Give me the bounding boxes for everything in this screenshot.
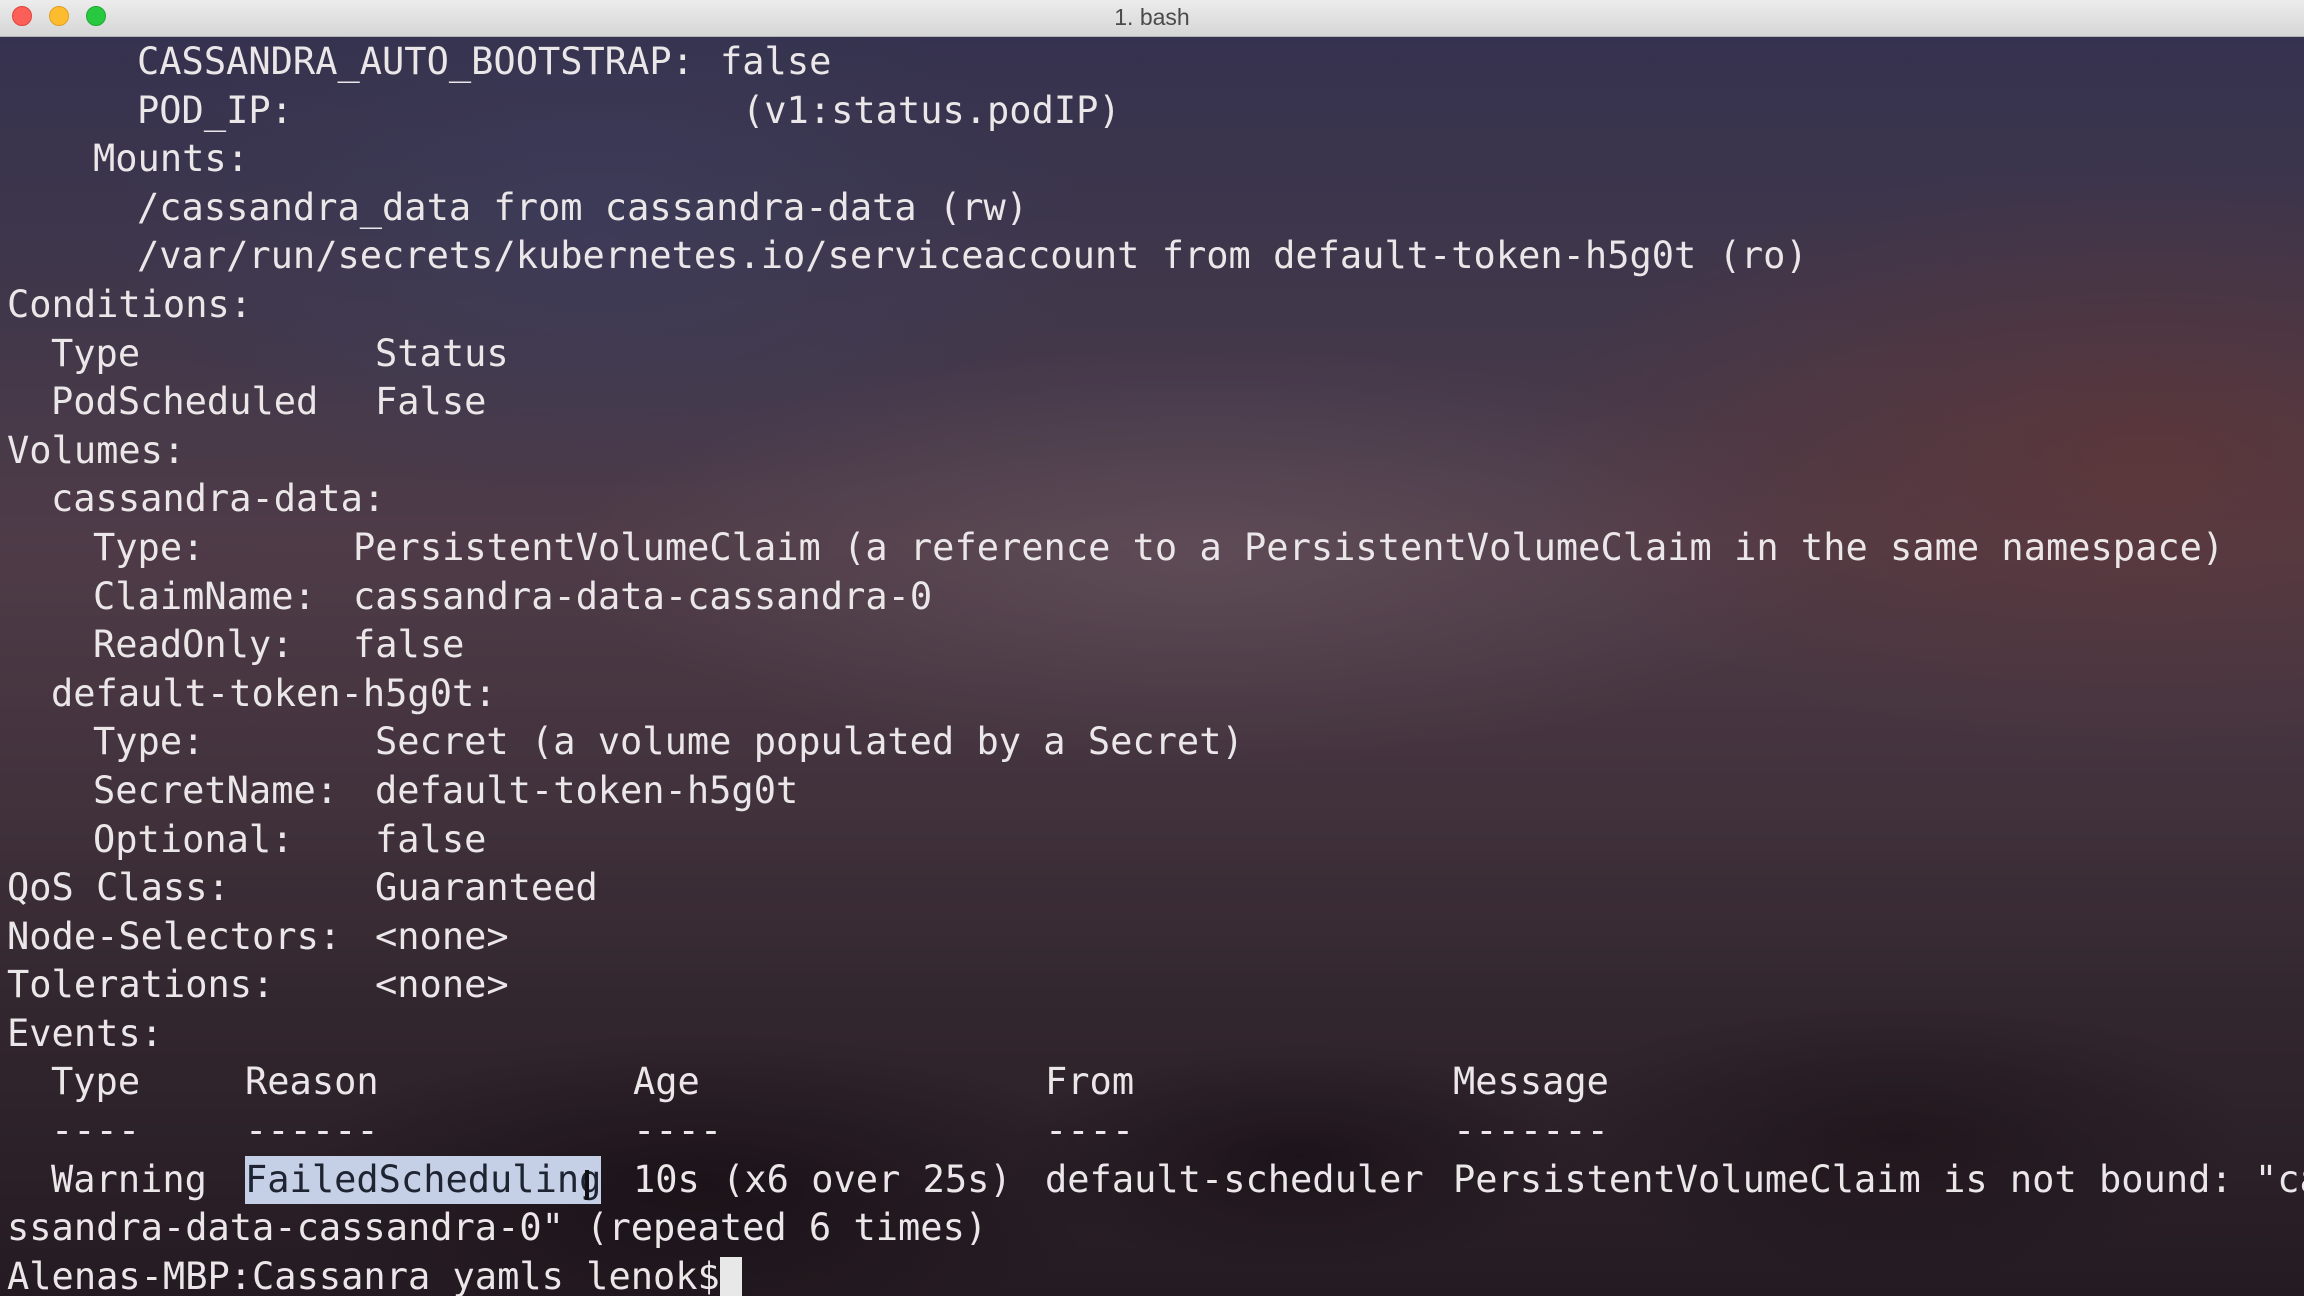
terminal-line: Optional: false: [0, 816, 2304, 865]
condition-status: False: [375, 380, 487, 424]
terminal-line: POD_IP: (v1:status.podIP): [0, 87, 2304, 136]
field-key: Optional:: [93, 817, 294, 861]
terminal-window: 1. bash CASSANDRA_AUTO_BOOTSTRAP: false …: [0, 0, 2304, 1296]
env-key: POD_IP:: [137, 88, 293, 132]
field-key: Node-Selectors:: [7, 914, 342, 958]
field-value: false: [375, 817, 487, 861]
event-message-continued: ssandra-data-cassandra-0" (repeated 6 ti…: [7, 1206, 988, 1250]
mouse-ibeam-pointer: [585, 1170, 589, 1200]
event-age: 10s (x6 over 25s): [633, 1157, 1012, 1201]
field-value: Guaranteed: [375, 866, 598, 910]
terminal-line: CASSANDRA_AUTO_BOOTSTRAP: false: [0, 38, 2304, 87]
column-header: Message: [1453, 1060, 1609, 1104]
terminal-line: Type: PersistentVolumeClaim (a reference…: [0, 524, 2304, 573]
column-header: Type: [51, 331, 141, 375]
event-row: Warning FailedScheduling 10s (x6 over 25…: [0, 1155, 2304, 1205]
field-value: <none>: [375, 914, 509, 958]
terminal-line: default-token-h5g0t:: [0, 670, 2304, 719]
field-value: cassandra-data-cassandra-0: [353, 574, 933, 618]
terminal-line: Tolerations: <none>: [0, 961, 2304, 1010]
column-divider: ----: [633, 1109, 723, 1153]
terminal-line: /var/run/secrets/kubernetes.io/serviceac…: [0, 232, 2304, 281]
field-key: ReadOnly:: [93, 623, 294, 667]
column-divider: ----: [1045, 1109, 1135, 1153]
section-key: Conditions:: [7, 282, 253, 326]
terminal-line: Mounts:: [0, 135, 2304, 184]
section-key: Events:: [7, 1011, 163, 1055]
field-key: QoS Class:: [7, 866, 230, 910]
terminal-line: Type: Secret (a volume populated by a Se…: [0, 718, 2304, 767]
field-value: <none>: [375, 963, 509, 1007]
section-key: Mounts:: [93, 137, 249, 181]
volume-name: default-token-h5g0t:: [51, 671, 497, 715]
event-type: Warning: [51, 1157, 207, 1201]
shell-prompt: Alenas-MBP:Cassanra yamls lenok$: [7, 1254, 720, 1296]
events-header-row: Type Reason Age From Message: [0, 1058, 2304, 1107]
event-from: default-scheduler: [1045, 1157, 1424, 1201]
field-key: ClaimName:: [93, 574, 316, 618]
prompt-line[interactable]: Alenas-MBP:Cassanra yamls lenok$: [0, 1253, 2304, 1296]
terminal-line: /cassandra_data from cassandra-data (rw): [0, 184, 2304, 233]
column-header: From: [1045, 1060, 1135, 1104]
env-value: (v1:status.podIP): [742, 88, 1121, 132]
env-value: false: [720, 40, 832, 83]
event-row-wrap: ssandra-data-cassandra-0" (repeated 6 ti…: [0, 1204, 2304, 1253]
field-value: default-token-h5g0t: [375, 768, 799, 812]
terminal-line: SecretName: default-token-h5g0t: [0, 767, 2304, 816]
event-reason-selected-text[interactable]: FailedScheduling: [245, 1155, 602, 1205]
window-title: 1. bash: [1114, 4, 1190, 30]
terminal-line: QoS Class: Guaranteed: [0, 864, 2304, 913]
text-cursor: [720, 1256, 742, 1296]
field-key: Type:: [93, 525, 205, 569]
terminal-line: Volumes:: [0, 427, 2304, 476]
column-divider: -------: [1453, 1109, 1609, 1153]
event-message: PersistentVolumeClaim is not bound: "ca: [1453, 1157, 2304, 1201]
title-bar: 1. bash: [0, 0, 2304, 37]
field-key: SecretName:: [93, 768, 339, 812]
mount-entry: /var/run/secrets/kubernetes.io/serviceac…: [137, 234, 1808, 278]
terminal-line: cassandra-data:: [0, 475, 2304, 524]
column-header: Age: [633, 1060, 700, 1104]
column-divider: ------: [245, 1109, 379, 1153]
column-header: Reason: [245, 1060, 379, 1104]
field-value: PersistentVolumeClaim (a reference to a …: [353, 525, 2225, 569]
terminal-line: ReadOnly: false: [0, 621, 2304, 670]
field-key: Tolerations:: [7, 963, 275, 1007]
terminal-line: Conditions:: [0, 281, 2304, 330]
volume-name: cassandra-data:: [51, 477, 386, 521]
terminal-line: PodScheduled False: [0, 378, 2304, 427]
terminal-output[interactable]: CASSANDRA_AUTO_BOOTSTRAP: false POD_IP: …: [0, 38, 2304, 1296]
env-key: CASSANDRA_AUTO_BOOTSTRAP:: [137, 40, 694, 83]
condition-type: PodScheduled: [51, 380, 319, 424]
field-key: Type:: [93, 720, 205, 764]
column-header: Type: [51, 1060, 141, 1104]
terminal-line: Type Status: [0, 330, 2304, 379]
events-divider-row: ---- ------ ---- ---- -------: [0, 1107, 2304, 1156]
terminal-line: ClaimName: cassandra-data-cassandra-0: [0, 573, 2304, 622]
column-header: Status: [375, 331, 509, 375]
terminal-line: Events:: [0, 1010, 2304, 1059]
terminal-line: Node-Selectors: <none>: [0, 913, 2304, 962]
column-divider: ----: [51, 1109, 141, 1153]
field-value: Secret (a volume populated by a Secret): [375, 720, 1244, 764]
section-key: Volumes:: [7, 428, 186, 472]
field-value: false: [353, 623, 465, 667]
mount-entry: /cassandra_data from cassandra-data (rw): [137, 185, 1029, 229]
